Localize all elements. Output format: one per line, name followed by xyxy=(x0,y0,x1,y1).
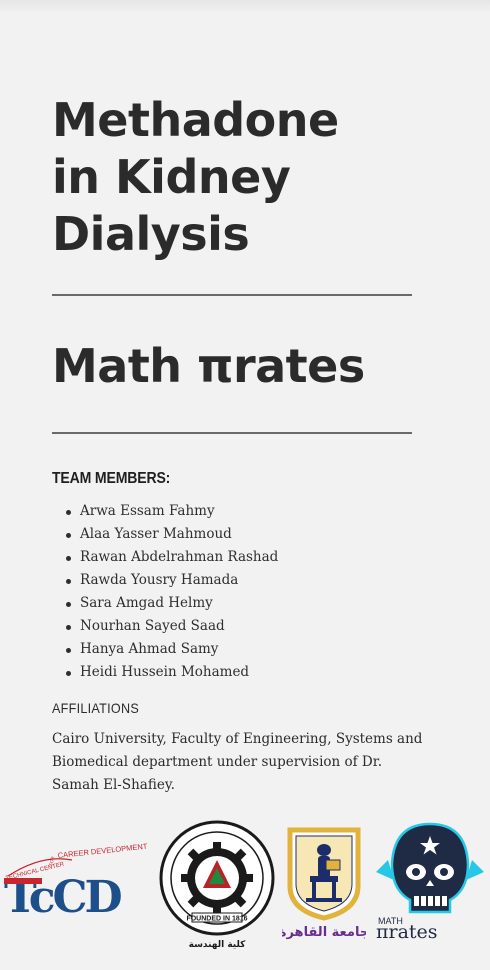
mathpi-big-text: πrates xyxy=(376,921,438,940)
list-item: Arwa Essam Fahmy xyxy=(64,500,278,523)
tccd-logo: TECHNICAL CENTER FOR CAREER DEVELOPMENT … xyxy=(2,836,148,918)
math-pirates-logo: MATH πrates xyxy=(374,820,486,940)
team-members-list: Arwa Essam Fahmy Alaa Yasser Mahmoud Raw… xyxy=(64,500,278,684)
list-item: Hanya Ahmad Samy xyxy=(64,638,278,661)
list-item: Nourhan Sayed Saad xyxy=(64,615,278,638)
cairo-caption-text: جامعة القاهرة xyxy=(282,925,366,940)
list-item: Heidi Hussein Mohamed xyxy=(64,661,278,684)
title-line-1: Methadone xyxy=(52,93,339,147)
divider-bottom xyxy=(52,432,412,434)
seal-year-text: FOUNDED IN 1816 xyxy=(186,916,247,923)
faculty-engineering-seal: FOUNDED IN 1816 كلية الهندسة xyxy=(156,820,278,950)
engineering-seal-graphic: FOUNDED IN 1816 كلية الهندسة xyxy=(159,820,275,950)
tccd-logo-graphic: TECHNICAL CENTER FOR CAREER DEVELOPMENT … xyxy=(4,842,148,918)
team-members-heading: TEAM MEMBERS: xyxy=(52,470,171,487)
divider-top xyxy=(52,294,412,296)
affiliations-text: Cairo University, Faculty of Engineering… xyxy=(52,731,423,793)
cairo-university-graphic: جامعة القاهرة xyxy=(282,827,366,940)
list-item: Rawan Abdelrahman Rashad xyxy=(64,546,278,569)
poster-page: Methadone in Kidney Dialysis Math πrates… xyxy=(0,0,490,970)
title-line-3: Dialysis xyxy=(52,207,250,261)
seal-caption-text: كلية الهندسة xyxy=(189,940,247,950)
title-line-2: in Kidney xyxy=(52,150,291,204)
tccd-arc-right-text: CAREER DEVELOPMENT xyxy=(57,842,148,860)
list-item: Alaa Yasser Mahmoud xyxy=(64,523,278,546)
poster-title: Methadone in Kidney Dialysis xyxy=(52,92,432,263)
cairo-university-logo: جامعة القاهرة xyxy=(282,826,366,942)
team-name: Math πrates xyxy=(52,339,365,393)
affiliations-heading: AFFILIATIONS xyxy=(52,700,140,716)
math-pirates-graphic: MATH πrates xyxy=(376,822,484,940)
list-item: Rawda Yousry Hamada xyxy=(64,569,278,592)
list-item: Sara Amgad Helmy xyxy=(64,592,278,615)
